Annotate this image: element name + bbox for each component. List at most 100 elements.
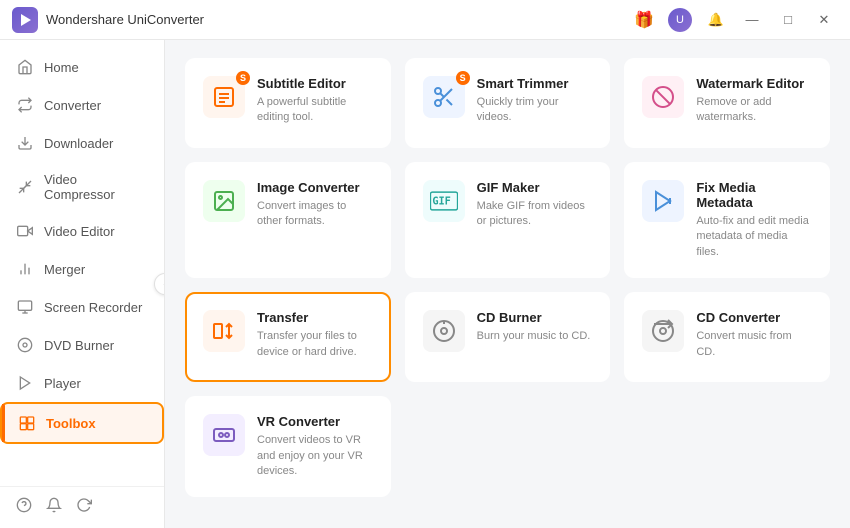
sidebar-item-home-label: Home	[44, 60, 79, 75]
video-editor-icon	[16, 222, 34, 240]
cd-converter-icon-wrap	[642, 310, 684, 352]
sidebar-item-merger-label: Merger	[44, 262, 85, 277]
cd-converter-info: CD Converter Convert music from CD.	[696, 310, 812, 360]
transfer-icon-wrap	[203, 310, 245, 352]
image-converter-title: Image Converter	[257, 180, 373, 195]
tool-card-watermark-editor[interactable]: Watermark Editor Remove or add watermark…	[624, 58, 830, 148]
maximize-button[interactable]: □	[774, 6, 802, 34]
sidebar-item-home[interactable]: Home	[0, 48, 164, 86]
gif-maker-title: GIF Maker	[477, 180, 593, 195]
transfer-icon	[212, 319, 236, 343]
sidebar-item-video-compressor[interactable]: Video Compressor	[0, 162, 164, 212]
avatar: U	[668, 8, 692, 32]
subtitle-editor-icon-wrap: S	[203, 76, 245, 118]
svg-text:GIF: GIF	[432, 196, 451, 208]
toolbox-icon	[18, 414, 36, 432]
smart-trimmer-icon-wrap: S	[423, 76, 465, 118]
sidebar-item-video-editor[interactable]: Video Editor	[0, 212, 164, 250]
fix-media-metadata-icon-wrap	[642, 180, 684, 222]
vr-converter-icon	[212, 423, 236, 447]
bell-icon: 🔔	[708, 12, 724, 28]
smart-trimmer-title: Smart Trimmer	[477, 76, 593, 91]
sidebar-item-video-editor-label: Video Editor	[44, 224, 115, 239]
dvd-burner-icon	[16, 336, 34, 354]
close-button[interactable]: ✕	[810, 6, 838, 34]
home-icon	[16, 58, 34, 76]
fix-media-metadata-icon	[651, 189, 675, 213]
sidebar-item-dvd-burner[interactable]: DVD Burner	[0, 326, 164, 364]
watermark-editor-icon-wrap	[642, 76, 684, 118]
downloader-icon	[16, 134, 34, 152]
transfer-desc: Transfer your files to device or hard dr…	[257, 329, 373, 360]
notification-button[interactable]: 🔔	[702, 6, 730, 34]
cd-converter-title: CD Converter	[696, 310, 812, 325]
sidebar-item-player-label: Player	[44, 376, 81, 391]
transfer-info: Transfer Transfer your files to device o…	[257, 310, 373, 360]
sidebar-item-merger[interactable]: Merger	[0, 250, 164, 288]
tool-card-image-converter[interactable]: Image Converter Convert images to other …	[185, 162, 391, 278]
transfer-title: Transfer	[257, 310, 373, 325]
image-converter-info: Image Converter Convert images to other …	[257, 180, 373, 230]
gift-icon: 🎁	[634, 10, 654, 30]
vr-converter-icon-wrap	[203, 414, 245, 456]
watermark-editor-desc: Remove or add watermarks.	[696, 95, 812, 126]
sidebar-item-screen-recorder[interactable]: Screen Recorder	[0, 288, 164, 326]
notification-sidebar-icon[interactable]	[46, 497, 62, 518]
cd-burner-title: CD Burner	[477, 310, 593, 325]
cd-burner-icon	[432, 319, 456, 343]
smart-trimmer-icon	[432, 85, 456, 109]
tool-card-smart-trimmer[interactable]: S Smart Trimmer Quickly trim your videos…	[405, 58, 611, 148]
gif-maker-icon: GIF	[430, 191, 458, 211]
cd-burner-desc: Burn your music to CD.	[477, 329, 593, 344]
app-title: Wondershare UniConverter	[46, 12, 630, 27]
sidebar-item-converter-label: Converter	[44, 98, 101, 113]
tool-card-fix-media-metadata[interactable]: Fix Media Metadata Auto-fix and edit med…	[624, 162, 830, 278]
cd-converter-icon	[651, 319, 675, 343]
tool-card-cd-converter[interactable]: CD Converter Convert music from CD.	[624, 292, 830, 382]
gif-maker-info: GIF Maker Make GIF from videos or pictur…	[477, 180, 593, 230]
tool-card-subtitle-editor[interactable]: S Subtitle Editor A powerful subtitle ed…	[185, 58, 391, 148]
cd-burner-icon-wrap	[423, 310, 465, 352]
vr-converter-desc: Convert videos to VR and enjoy on your V…	[257, 433, 373, 479]
help-icon[interactable]	[16, 497, 32, 518]
tool-card-gif-maker[interactable]: GIF GIF Maker Make GIF from videos or pi…	[405, 162, 611, 278]
subtitle-editor-icon	[212, 85, 236, 109]
cd-converter-desc: Convert music from CD.	[696, 329, 812, 360]
watermark-editor-info: Watermark Editor Remove or add watermark…	[696, 76, 812, 126]
smart-trimmer-info: Smart Trimmer Quickly trim your videos.	[477, 76, 593, 126]
smart-trimmer-badge: S	[456, 71, 470, 85]
image-converter-icon	[212, 189, 236, 213]
converter-icon	[16, 96, 34, 114]
sidebar-item-player[interactable]: Player	[0, 364, 164, 402]
content-area: S Subtitle Editor A powerful subtitle ed…	[165, 40, 850, 528]
fix-media-metadata-info: Fix Media Metadata Auto-fix and edit med…	[696, 180, 812, 260]
fix-media-metadata-desc: Auto-fix and edit media metadata of medi…	[696, 214, 812, 260]
tools-grid: S Subtitle Editor A powerful subtitle ed…	[185, 58, 830, 497]
image-converter-desc: Convert images to other formats.	[257, 199, 373, 230]
tool-card-transfer[interactable]: Transfer Transfer your files to device o…	[185, 292, 391, 382]
gift-button[interactable]: 🎁	[630, 6, 658, 34]
sidebar-item-downloader[interactable]: Downloader	[0, 124, 164, 162]
player-icon	[16, 374, 34, 392]
main-layout: Home Converter Downloader Video Compress…	[0, 40, 850, 528]
window-controls: 🎁 U 🔔 — □ ✕	[630, 6, 838, 34]
tool-card-vr-converter[interactable]: VR Converter Convert videos to VR and en…	[185, 396, 391, 497]
sidebar-item-toolbox[interactable]: Toolbox	[0, 402, 164, 444]
fix-media-metadata-title: Fix Media Metadata	[696, 180, 812, 210]
tool-card-cd-burner[interactable]: CD Burner Burn your music to CD.	[405, 292, 611, 382]
subtitle-editor-info: Subtitle Editor A powerful subtitle edit…	[257, 76, 373, 126]
subtitle-editor-desc: A powerful subtitle editing tool.	[257, 95, 373, 126]
cd-burner-info: CD Burner Burn your music to CD.	[477, 310, 593, 344]
minimize-button[interactable]: —	[738, 6, 766, 34]
sidebar-item-downloader-label: Downloader	[44, 136, 113, 151]
sidebar-bottom	[0, 486, 164, 528]
app-logo	[12, 7, 38, 33]
sidebar: Home Converter Downloader Video Compress…	[0, 40, 165, 528]
user-avatar[interactable]: U	[666, 6, 694, 34]
sidebar-item-converter[interactable]: Converter	[0, 86, 164, 124]
screen-recorder-icon	[16, 298, 34, 316]
sidebar-item-video-compressor-label: Video Compressor	[44, 172, 148, 202]
refresh-icon[interactable]	[76, 497, 92, 518]
gif-maker-icon-wrap: GIF	[423, 180, 465, 222]
video-compressor-icon	[16, 178, 34, 196]
